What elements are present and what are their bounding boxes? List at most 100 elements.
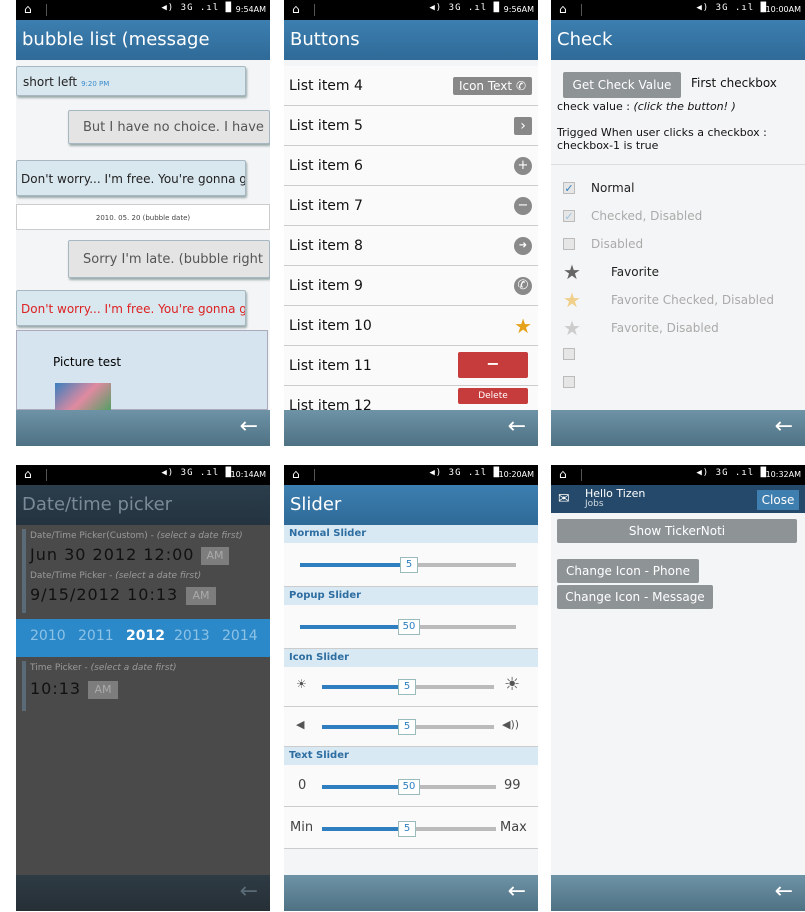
year-option[interactable]: 2010 (30, 628, 66, 644)
page-title: Check (551, 20, 805, 60)
am-pm-toggle[interactable]: AM (201, 547, 229, 565)
back-arrow-icon[interactable]: ← (508, 414, 526, 439)
list-item[interactable]: List item 5 › (284, 106, 538, 146)
date-time-value[interactable]: 9/15/2012 10:13 (30, 585, 178, 604)
bubble-left[interactable]: Don't worry... I'm free. You're gonna ge… (16, 290, 246, 326)
list-item[interactable]: List item 8 ➜ (284, 226, 538, 266)
slider-max-label: Max (500, 820, 527, 835)
favorite-checked-disabled-star-icon: ★ (563, 288, 581, 312)
phone-circle-icon[interactable]: ✆ (514, 277, 532, 295)
list-item[interactable]: List item 9 ✆ (284, 266, 538, 306)
status-bar: ⌂ ◀) 3G .ıl █ 9:54AM (16, 0, 270, 20)
home-icon[interactable]: ⌂ (559, 467, 567, 481)
slider-min-label: Min (290, 820, 314, 835)
checkbox-empty[interactable] (563, 348, 575, 360)
status-time: 10:32AM (765, 470, 801, 479)
forward-circle-icon[interactable]: ➜ (514, 237, 532, 255)
favorite-star-icon[interactable]: ★ (563, 262, 581, 282)
home-icon[interactable]: ⌂ (292, 2, 300, 16)
year-selector[interactable]: 2010 2011 2012 2013 2014 (16, 619, 270, 657)
text-slider-words[interactable]: Min 5 Max (284, 807, 538, 849)
buttons-screen: ⌂ ◀) 3G .ıl █ 9:56AM Buttons List item 4… (284, 0, 538, 446)
section-header: Icon Slider (284, 649, 538, 667)
list-item[interactable]: List item 6 + (284, 146, 538, 186)
close-button[interactable]: Close (757, 490, 799, 510)
show-tickernoti-button[interactable]: Show TickerNoti (557, 519, 797, 543)
status-bar: ⌂ ◀) 3G .ıl █ 10:14AM (16, 465, 270, 485)
list-item[interactable]: List item 4 Icon Text ✆ (284, 66, 538, 106)
date-time-value-custom[interactable]: Jun 30 2012 12:00 (30, 545, 194, 564)
am-pm-toggle[interactable]: AM (186, 587, 216, 605)
bubble-left[interactable]: short left 9:20 PM (16, 66, 246, 96)
list-item[interactable]: List item 10 ★ (284, 306, 538, 346)
ticker-notification[interactable]: ✉ Hello Tizen Jobs Close (551, 485, 805, 513)
status-time: 10:20AM (498, 470, 534, 479)
ticker-noti-screen: ⌂ ◀) 3G .ıl █ 10:32AM ✉ Hello Tizen Jobs… (551, 465, 805, 911)
change-icon-message-button[interactable]: Change Icon - Message (557, 585, 713, 609)
bubble-right[interactable]: Sorry I'm late. (bubble right (68, 240, 270, 278)
minus-button[interactable]: − (458, 352, 528, 378)
minus-circle-icon[interactable]: − (514, 197, 532, 215)
home-icon[interactable]: ⌂ (559, 2, 567, 16)
notification-subtitle: Jobs (585, 499, 604, 509)
trigger-text-2: checkbox-1 is true (557, 139, 659, 152)
footer-bar: ← (284, 410, 538, 446)
favorite-disabled-star-icon: ★ (563, 316, 581, 340)
list-item[interactable]: List item 7 − (284, 186, 538, 226)
back-arrow-icon[interactable]: ← (775, 879, 793, 904)
year-option[interactable]: 2013 (174, 628, 210, 644)
check-content: Get Check Value First checkbox check val… (551, 60, 805, 410)
year-option[interactable]: 2014 (222, 628, 258, 644)
slider-handle[interactable]: 5 (398, 821, 416, 837)
text-slider-numeric[interactable]: 0 50 99 (284, 765, 538, 807)
status-time: 9:56AM (503, 5, 534, 14)
get-check-value-button[interactable]: Get Check Value (563, 72, 681, 98)
bubble-time: 9:20 PM (81, 80, 110, 88)
am-pm-toggle[interactable]: AM (88, 681, 118, 699)
list-item[interactable]: List item 11 − (284, 346, 538, 386)
slider-handle[interactable]: 5 (398, 679, 416, 695)
plus-circle-icon[interactable]: + (514, 157, 532, 175)
year-option[interactable]: 2011 (78, 628, 114, 644)
back-arrow-icon[interactable]: ← (240, 879, 258, 904)
brightness-slider[interactable]: ☀ 5 ☀ (284, 667, 538, 707)
first-checkbox-label: First checkbox (691, 76, 777, 90)
status-indicators: ◀) 3G .ıl █ (429, 3, 500, 13)
bubble-left[interactable]: Don't worry... I'm free. You're gonna ge… (16, 160, 246, 196)
slider-min-label: 0 (298, 778, 307, 793)
picker-content: Date/Time Picker(Custom) - (select a dat… (16, 525, 270, 875)
back-arrow-icon[interactable]: ← (240, 414, 258, 439)
brightness-low-icon: ☀ (296, 677, 307, 691)
slider-handle[interactable]: 50 (398, 619, 420, 635)
picture-bubble[interactable]: Picture test (16, 330, 268, 410)
back-arrow-icon[interactable]: ← (775, 414, 793, 439)
checkbox-empty[interactable] (563, 376, 575, 388)
status-bar: ⌂ ◀) 3G .ıl █ 10:32AM (551, 465, 805, 485)
back-arrow-icon[interactable]: ← (508, 879, 526, 904)
volume-slider[interactable]: ◀ 5 ◀)) (284, 707, 538, 747)
bubble-right[interactable]: But I have no choice. I have (68, 110, 270, 144)
checkbox-normal[interactable]: ✓ (563, 182, 575, 194)
home-icon[interactable]: ⌂ (292, 467, 300, 481)
slider-handle[interactable]: 5 (400, 557, 418, 573)
checkbox-label: Checked, Disabled (591, 209, 703, 223)
star-icon[interactable]: ★ (514, 306, 532, 346)
delete-button[interactable]: Delete (458, 388, 528, 404)
time-value[interactable]: 10:13 (30, 679, 81, 698)
slider-handle[interactable]: 5 (398, 719, 416, 735)
home-icon[interactable]: ⌂ (24, 2, 32, 16)
slider-handle[interactable]: 50 (398, 779, 420, 795)
home-icon[interactable]: ⌂ (24, 467, 32, 481)
page-title: Date/time picker (16, 485, 270, 525)
status-time: 10:00AM (765, 5, 801, 14)
icon-text-button[interactable]: Icon Text ✆ (452, 77, 532, 95)
change-icon-phone-button[interactable]: Change Icon - Phone (557, 559, 699, 583)
chevron-right-icon[interactable]: › (514, 117, 532, 135)
bubble-date: 2010. 05. 20 (bubble date) (16, 204, 270, 230)
year-option-selected[interactable]: 2012 (126, 628, 165, 644)
list-item[interactable]: List item 12 Delete (284, 386, 538, 410)
popup-slider[interactable]: 50 (284, 605, 538, 649)
normal-slider[interactable]: 5 (284, 543, 538, 587)
section-header: Text Slider (284, 747, 538, 765)
checkbox-disabled (563, 238, 575, 250)
